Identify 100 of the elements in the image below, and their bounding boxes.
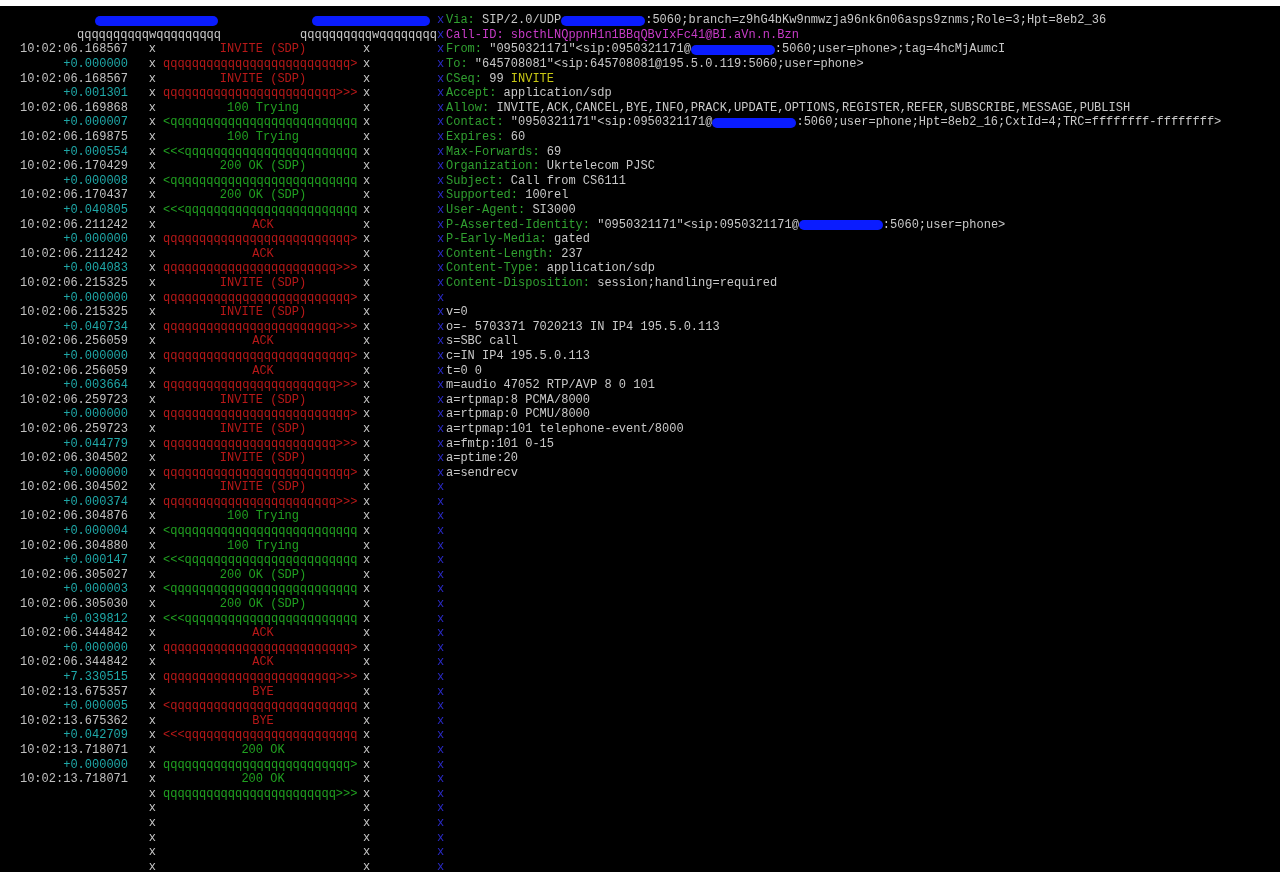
lane-marker: x xyxy=(148,363,156,379)
message-label[interactable]: INVITE (SDP) xyxy=(212,42,307,58)
message-arrow[interactable]: <qqqqqqqqqqqqqqqqqqqqqqqqqq xyxy=(156,524,358,539)
message-arrow[interactable]: qqqqqqqqqqqqqqqqqqqqqqqqqq> xyxy=(156,348,358,364)
message-arrow[interactable]: qqqqqqqqqqqqqqqqqqqqqqqqqq> xyxy=(156,232,358,247)
lane-marker: x xyxy=(148,670,156,685)
message-arrow[interactable]: qqqqqqqqqqqqqqqqqqqqqqqq>>> xyxy=(156,670,358,685)
lane-marker: x xyxy=(148,144,156,160)
gutter-marker: x xyxy=(437,640,446,656)
message-arrow[interactable]: <qqqqqqqqqqqqqqqqqqqqqqqqqq xyxy=(156,582,358,598)
lane-marker: x xyxy=(363,363,371,379)
message-label[interactable]: ACK xyxy=(245,626,274,641)
header-name: Call-ID: xyxy=(446,27,504,43)
message-label[interactable]: INVITE (SDP) xyxy=(212,480,307,495)
lane-marker: x xyxy=(148,553,156,568)
message-arrow[interactable]: qqqqqqqqqqqqqqqqqqqqqqqq>>> xyxy=(156,261,358,276)
message-label[interactable]: 200 OK (SDP) xyxy=(212,159,307,174)
message-label[interactable]: INVITE (SDP) xyxy=(212,421,307,437)
message-arrow[interactable]: <<<qqqqqqqqqqqqqqqqqqqqqqqq xyxy=(156,611,358,627)
message-label[interactable]: 200 OK xyxy=(234,743,285,758)
time-delta: +0.040734 xyxy=(62,319,128,335)
lane-marker: x xyxy=(363,188,371,203)
lane-marker: x xyxy=(363,611,371,627)
message-arrow[interactable]: <qqqqqqqqqqqqqqqqqqqqqqqqqq xyxy=(156,173,358,189)
message-label[interactable]: ACK xyxy=(245,246,274,262)
lane-marker: x xyxy=(148,378,156,393)
lane-marker: x xyxy=(148,728,156,743)
gutter-marker: x xyxy=(437,203,446,218)
message-arrow[interactable]: qqqqqqqqqqqqqqqqqqqqqqqqqq> xyxy=(156,407,358,422)
header-name: Allow: xyxy=(446,100,490,116)
header-value: "645708081"<sip:645708081@195.5.0.119:5060;user=phone> xyxy=(474,57,864,72)
message-label[interactable]: INVITE (SDP) xyxy=(212,71,307,87)
message-arrow[interactable]: qqqqqqqqqqqqqqqqqqqqqqqq>>> xyxy=(156,378,358,393)
message-label[interactable]: 100 Trying xyxy=(220,538,299,554)
sdp-line: v=0 xyxy=(446,305,468,320)
message-arrow[interactable]: <<<qqqqqqqqqqqqqqqqqqqqqqqq xyxy=(156,144,358,160)
message-arrow[interactable]: qqqqqqqqqqqqqqqqqqqqqqqqqq> xyxy=(156,465,358,481)
lane-marker: x xyxy=(148,830,156,846)
gutter-marker: x xyxy=(437,451,446,466)
gutter-marker: x xyxy=(437,743,446,758)
message-arrow[interactable]: qqqqqqqqqqqqqqqqqqqqqqqq>>> xyxy=(156,786,358,802)
lane-marker: x xyxy=(148,392,156,408)
message-label[interactable]: ACK xyxy=(245,334,274,349)
gutter-marker: x xyxy=(437,538,446,554)
message-label[interactable]: 200 OK (SDP) xyxy=(212,597,307,612)
message-arrow[interactable]: qqqqqqqqqqqqqqqqqqqqqqqq>>> xyxy=(156,86,358,101)
message-arrow[interactable]: <<<qqqqqqqqqqqqqqqqqqqqqqqq xyxy=(156,553,358,568)
gutter-marker: x xyxy=(437,582,446,598)
header-value: 100rel xyxy=(525,188,569,203)
gutter-marker: x xyxy=(437,597,446,612)
timestamp: 10:02:13.675362 xyxy=(18,713,128,729)
time-delta: +0.000000 xyxy=(62,232,128,247)
gutter-marker: x xyxy=(437,699,446,714)
message-label[interactable]: ACK xyxy=(245,217,274,233)
message-label[interactable]: 200 OK xyxy=(234,772,285,787)
message-label[interactable]: ACK xyxy=(245,363,274,379)
message-label[interactable]: BYE xyxy=(245,684,274,700)
lane-marker: x xyxy=(148,815,156,831)
message-label[interactable]: 200 OK (SDP) xyxy=(212,188,307,203)
message-label[interactable]: INVITE (SDP) xyxy=(212,305,307,320)
gutter-marker: x xyxy=(437,173,446,189)
message-label[interactable]: 100 Trying xyxy=(220,130,299,145)
message-arrow[interactable]: qqqqqqqqqqqqqqqqqqqqqqqqqq> xyxy=(156,757,358,773)
message-arrow[interactable]: qqqqqqqqqqqqqqqqqqqqqqqq>>> xyxy=(156,436,358,452)
message-arrow[interactable]: <<<qqqqqqqqqqqqqqqqqqqqqqqq xyxy=(156,203,358,218)
lane-marker: x xyxy=(148,465,156,481)
message-arrow[interactable]: qqqqqqqqqqqqqqqqqqqqqqqqqq> xyxy=(156,57,358,72)
message-label[interactable]: 200 OK (SDP) xyxy=(212,567,307,583)
message-arrow[interactable]: <qqqqqqqqqqqqqqqqqqqqqqqqqq xyxy=(156,115,358,131)
lane-marker: x xyxy=(363,597,371,612)
gutter-marker: x xyxy=(437,392,446,408)
message-label[interactable]: INVITE (SDP) xyxy=(212,451,307,466)
header-value: :5060;user=phone> xyxy=(882,217,1006,233)
message-arrow[interactable]: qqqqqqqqqqqqqqqqqqqqqqqq>>> xyxy=(156,494,358,510)
message-label[interactable]: BYE xyxy=(245,713,274,729)
time-delta: +0.000003 xyxy=(62,582,128,598)
gutter-marker: x xyxy=(437,494,446,510)
lane-marker: x xyxy=(148,246,156,262)
lane-marker: x xyxy=(363,100,371,116)
lane-marker: x xyxy=(363,743,371,758)
lane-marker: x xyxy=(148,100,156,116)
header-value: "0950321171"<sip:0950321171@ xyxy=(597,217,799,233)
gutter-marker: x xyxy=(437,13,446,28)
message-label[interactable]: INVITE (SDP) xyxy=(212,276,307,291)
message-arrow[interactable]: qqqqqqqqqqqqqqqqqqqqqqqqqq> xyxy=(156,640,358,656)
message-arrow[interactable]: <<<qqqqqqqqqqqqqqqqqqqqqqqq xyxy=(156,728,358,743)
message-label[interactable]: 100 Trying xyxy=(220,509,299,525)
message-arrow[interactable]: qqqqqqqqqqqqqqqqqqqqqqqq>>> xyxy=(156,319,358,335)
gutter-marker: x xyxy=(437,319,446,335)
lane-marker: x xyxy=(148,772,156,787)
timestamp: 10:02:13.675357 xyxy=(18,684,128,700)
message-arrow[interactable]: qqqqqqqqqqqqqqqqqqqqqqqqqq> xyxy=(156,290,358,306)
message-label[interactable]: 100 Trying xyxy=(220,100,299,116)
gutter-marker: x xyxy=(437,465,446,481)
message-label[interactable]: ACK xyxy=(245,655,274,670)
lane-marker: x xyxy=(363,845,371,860)
header-name: Via: xyxy=(446,13,475,28)
sdp-line: a=rtpmap:8 PCMA/8000 xyxy=(446,392,591,408)
message-label[interactable]: INVITE (SDP) xyxy=(212,392,307,408)
message-arrow[interactable]: <qqqqqqqqqqqqqqqqqqqqqqqqqq xyxy=(156,699,358,714)
